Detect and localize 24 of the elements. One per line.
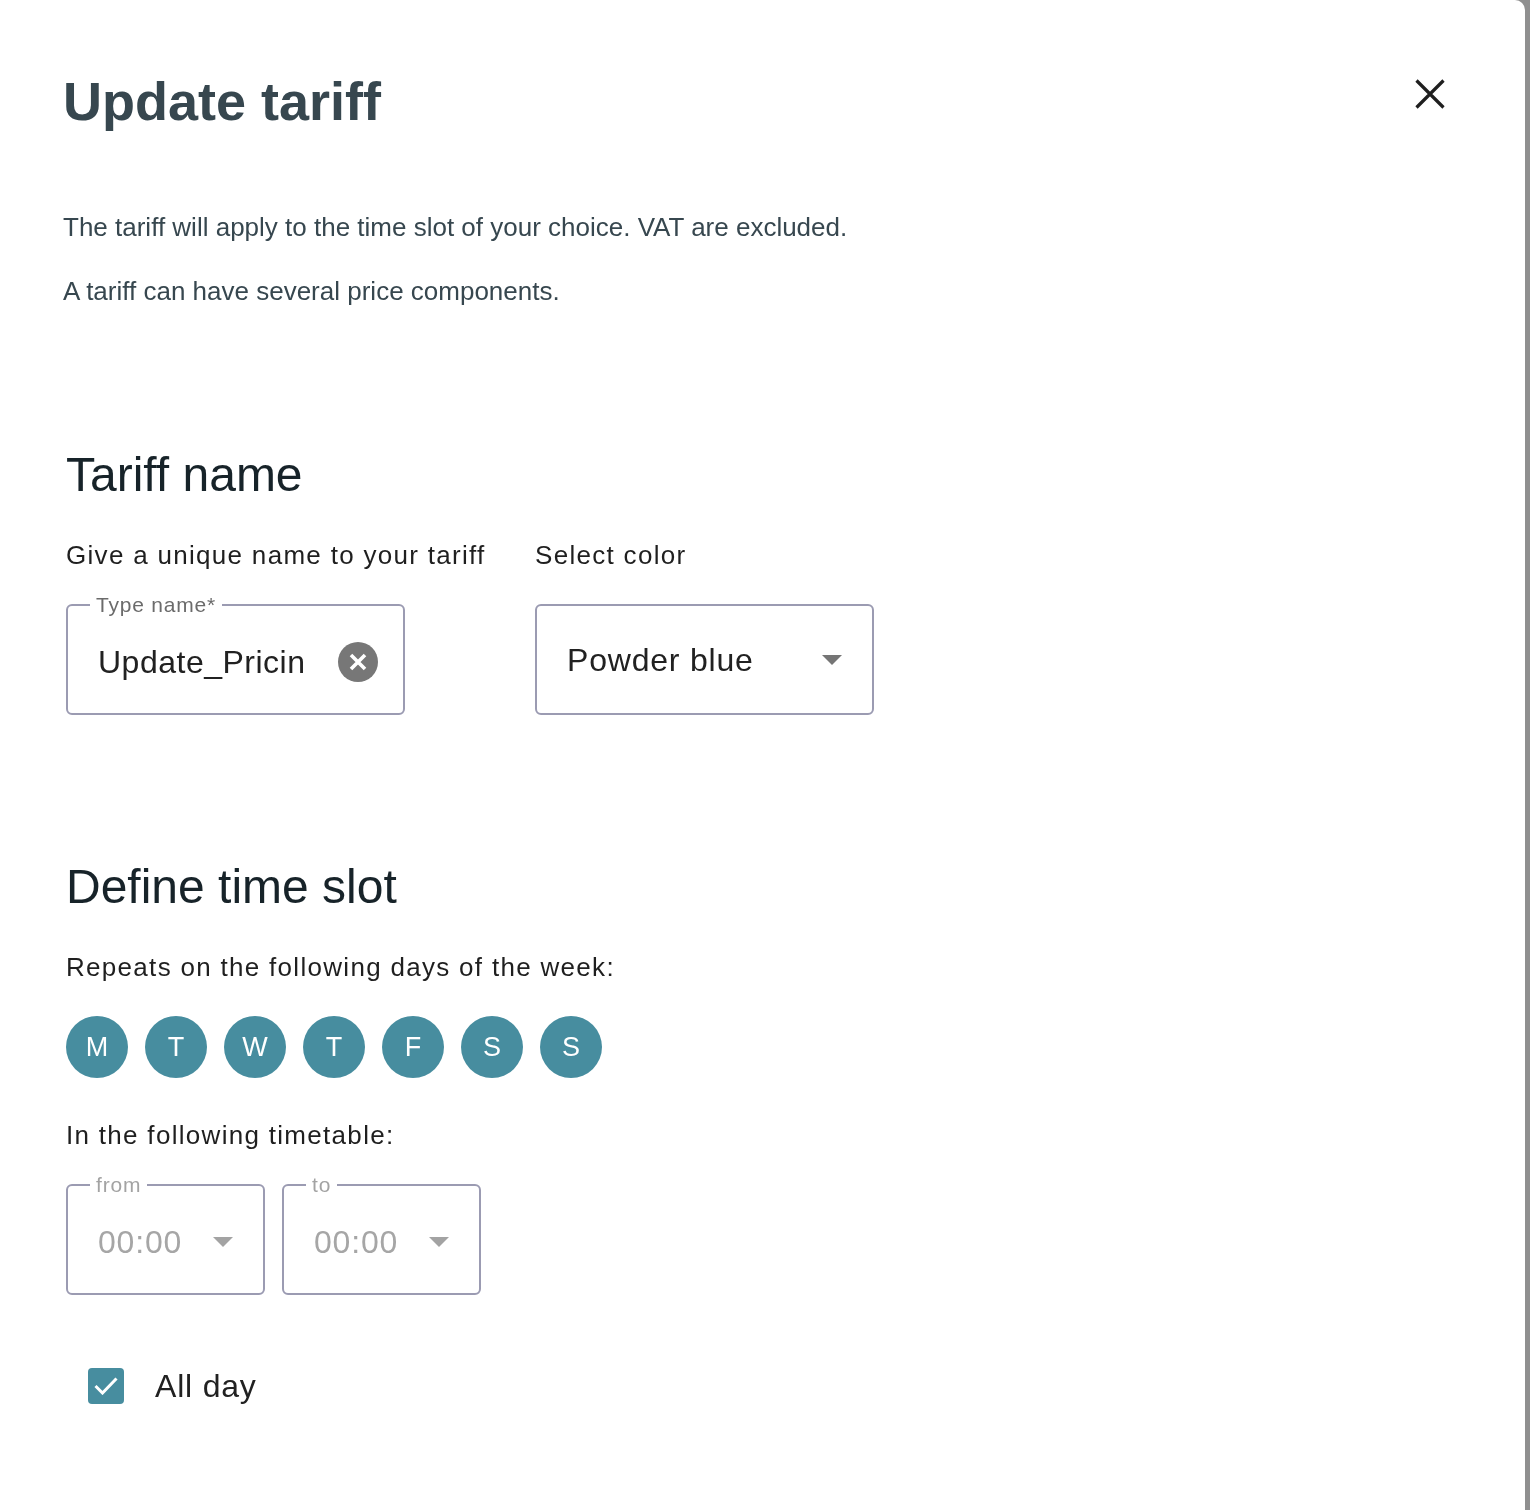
day-button[interactable]: T <box>303 1016 365 1078</box>
checkbox-label[interactable]: All day <box>155 1366 257 1406</box>
section-heading: Define time slot <box>66 863 397 911</box>
color-select[interactable]: Powder blue <box>535 604 874 715</box>
section-heading: Tariff name <box>66 451 303 499</box>
close-icon <box>1415 79 1445 109</box>
day-button[interactable]: W <box>224 1016 286 1078</box>
day-button[interactable]: S <box>540 1016 602 1078</box>
day-button[interactable]: F <box>382 1016 444 1078</box>
checkmark-icon <box>94 1377 118 1395</box>
day-button[interactable]: S <box>461 1016 523 1078</box>
intro-text: A tariff can have several price components. <box>63 275 560 307</box>
field-prompt: Repeats on the following days of the week: <box>66 951 615 983</box>
day-button[interactable]: T <box>145 1016 207 1078</box>
checkbox[interactable] <box>88 1368 124 1404</box>
field-prompt: In the following timetable: <box>66 1119 395 1151</box>
field-prompt: Give a unique name to your tariff <box>66 539 486 571</box>
field-prompt: Select color <box>535 539 687 571</box>
caret-icon <box>213 1236 233 1247</box>
clear-icon[interactable] <box>338 641 378 682</box>
day-button[interactable]: M <box>66 1016 128 1078</box>
caret-icon <box>429 1236 449 1247</box>
caret-icon <box>822 654 842 665</box>
intro-text: The tariff will apply to the time slot of your choice. VAT are excluded. <box>63 211 848 243</box>
